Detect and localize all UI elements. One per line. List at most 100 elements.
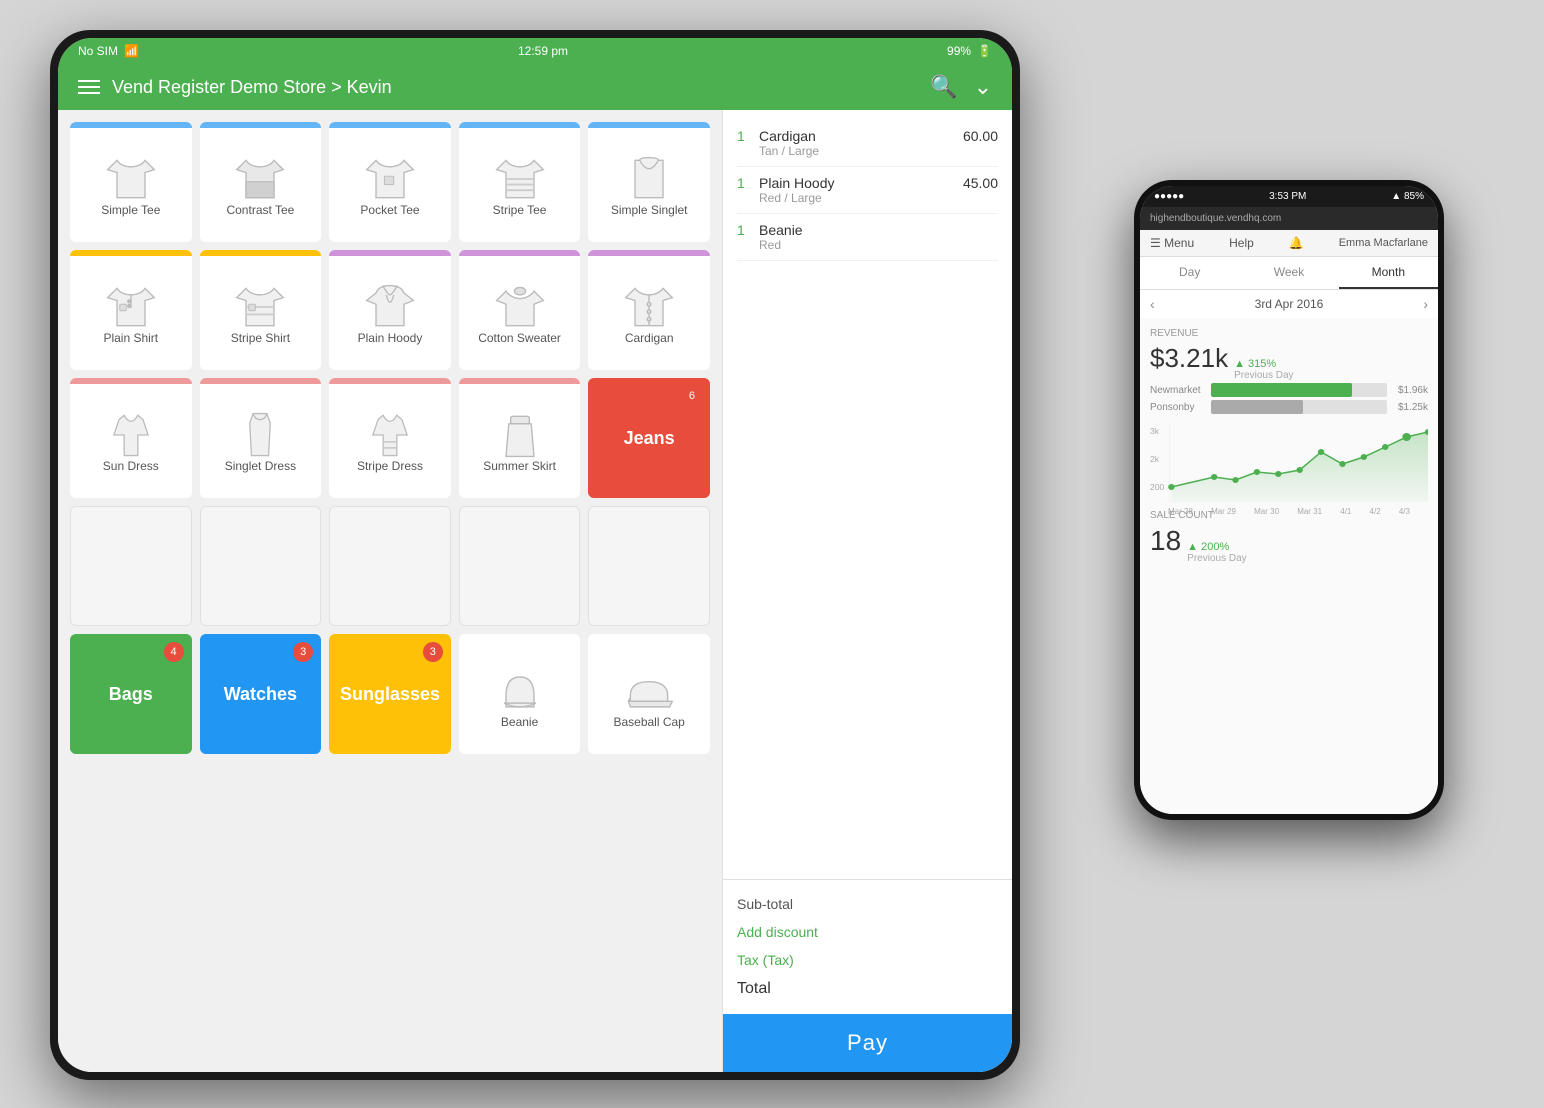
chart-label-6: 4/3	[1399, 507, 1410, 516]
phone-tabs: Day Week Month	[1140, 257, 1438, 290]
chart-label-1: Mar 29	[1211, 507, 1236, 516]
product-card-baseball-cap[interactable]: Baseball Cap	[588, 634, 710, 754]
bar-fill-newmarket	[1211, 383, 1352, 397]
product-name-baseball-cap: Baseball Cap	[613, 715, 684, 729]
product-grid: Simple Tee Contrast Tee	[58, 110, 722, 1072]
product-card-contrast-tee[interactable]: Contrast Tee	[200, 122, 322, 242]
cart-item-beanie[interactable]: 1 Beanie Red	[737, 214, 998, 261]
product-card-stripe-dress[interactable]: Stripe Dress	[329, 378, 451, 498]
time-label: 12:59 pm	[518, 44, 568, 58]
product-name-stripe-dress: Stripe Dress	[357, 459, 423, 473]
phone-help-button[interactable]: Help	[1229, 236, 1254, 250]
product-card-plain-hoody[interactable]: Plain Hoody	[329, 250, 451, 370]
phone-next-date-button[interactable]: ›	[1423, 296, 1428, 312]
phone-signal: ▲ 85%	[1391, 191, 1424, 202]
product-card-sunglasses[interactable]: 3 Sunglasses	[329, 634, 451, 754]
product-card-summer-skirt[interactable]: Summer Skirt	[459, 378, 581, 498]
phone: ●●●●● 3:53 PM ▲ 85% highendboutique.vend…	[1134, 180, 1444, 820]
wifi-icon: 📶	[124, 44, 139, 58]
phone-tab-week[interactable]: Week	[1239, 257, 1338, 289]
product-name-simple-tee: Simple Tee	[101, 203, 160, 217]
revenue-value: $3.21k	[1150, 343, 1228, 374]
tablet: No SIM 📶 12:59 pm 99% 🔋 Vend Register De…	[50, 30, 1020, 1080]
tax-label[interactable]: Tax (Tax)	[737, 952, 794, 968]
product-name-simple-singlet: Simple Singlet	[611, 203, 688, 217]
product-card-singlet-dress[interactable]: Singlet Dress	[200, 378, 322, 498]
sale-count-value: 18	[1150, 525, 1181, 557]
product-name-cardigan: Cardigan	[625, 331, 674, 345]
product-card-cardigan[interactable]: Cardigan	[588, 250, 710, 370]
cart-item-qty-2: 1	[737, 175, 751, 191]
pay-button[interactable]: Pay	[723, 1014, 1012, 1072]
product-card-stripe-shirt[interactable]: Stripe Shirt	[200, 250, 322, 370]
tablet-header: Vend Register Demo Store > Kevin 🔍 ⌄	[58, 64, 1012, 110]
svg-text:2k: 2k	[1150, 455, 1160, 464]
bar-label-newmarket: Newmarket	[1150, 385, 1205, 396]
bags-badge: 4	[164, 642, 184, 662]
product-card-plain-shirt[interactable]: Plain Shirt	[70, 250, 192, 370]
cart-item-name-2: Plain Hoody	[759, 175, 963, 191]
product-card-pocket-tee[interactable]: Pocket Tee	[329, 122, 451, 242]
cart-footer: Sub-total Add discount Tax (Tax) Total	[723, 879, 1012, 1014]
product-row-tees: Simple Tee Contrast Tee	[70, 122, 710, 242]
product-name-cotton-sweater: Cotton Sweater	[478, 331, 561, 345]
phone-time: 3:53 PM	[1269, 191, 1306, 202]
revenue-chart: 3k 2k 200	[1150, 422, 1428, 502]
product-card-cotton-sweater[interactable]: Cotton Sweater	[459, 250, 581, 370]
product-card-empty-3	[329, 506, 451, 626]
chart-label-3: Mar 31	[1297, 507, 1322, 516]
product-name-pocket-tee: Pocket Tee	[360, 203, 419, 217]
header-title: Vend Register Demo Store > Kevin	[112, 77, 392, 98]
bar-value-ponsonby: $1.25k	[1393, 402, 1428, 413]
scene: No SIM 📶 12:59 pm 99% 🔋 Vend Register De…	[0, 0, 1544, 1108]
phone-tab-day[interactable]: Day	[1140, 257, 1239, 289]
product-card-bags[interactable]: 4 Bags	[70, 634, 192, 754]
watches-badge: 3	[293, 642, 313, 662]
cart-item-variant-3: Red	[759, 238, 998, 252]
sunglasses-badge: 3	[423, 642, 443, 662]
product-card-simple-tee[interactable]: Simple Tee	[70, 122, 192, 242]
cart-item-hoody[interactable]: 1 Plain Hoody Red / Large 45.00	[737, 167, 998, 214]
product-row-categories: 4 Bags 3 Watches 3 Sunglasses	[70, 634, 710, 754]
bar-track-ponsonby	[1211, 400, 1387, 414]
product-name-plain-hoody: Plain Hoody	[358, 331, 423, 345]
product-card-empty-4	[459, 506, 581, 626]
phone-tab-month[interactable]: Month	[1339, 257, 1438, 289]
hamburger-menu-button[interactable]	[78, 80, 100, 94]
product-name-sunglasses: Sunglasses	[340, 684, 440, 705]
cart-item-name-1: Cardigan	[759, 128, 963, 144]
product-card-jeans[interactable]: 6 Jeans	[588, 378, 710, 498]
phone-carrier: ●●●●●	[1154, 191, 1184, 202]
phone-content: REVENUE $3.21k ▲ 315% Previous Day Newma…	[1140, 318, 1438, 814]
phone-menu-button[interactable]: ☰ Menu	[1150, 236, 1194, 250]
product-card-stripe-tee[interactable]: Stripe Tee	[459, 122, 581, 242]
bar-label-ponsonby: Ponsonby	[1150, 402, 1205, 413]
product-name-summer-skirt: Summer Skirt	[483, 459, 556, 473]
product-card-watches[interactable]: 3 Watches	[200, 634, 322, 754]
product-name-contrast-tee: Contrast Tee	[226, 203, 294, 217]
phone-nav-url: highendboutique.vendhq.com	[1150, 213, 1281, 224]
product-card-simple-singlet[interactable]: Simple Singlet	[588, 122, 710, 242]
product-card-beanie[interactable]: Beanie	[459, 634, 581, 754]
chevron-down-icon[interactable]: ⌄	[974, 74, 992, 100]
product-card-sun-dress[interactable]: Sun Dress	[70, 378, 192, 498]
jeans-badge: 6	[682, 386, 702, 406]
product-name-stripe-tee: Stripe Tee	[493, 203, 547, 217]
phone-nav-bar: highendboutique.vendhq.com	[1140, 207, 1438, 230]
carrier-label: No SIM	[78, 44, 118, 58]
chart-label-0: Mar 28	[1168, 507, 1193, 516]
product-card-empty-2	[200, 506, 322, 626]
battery-label: 99%	[947, 44, 971, 58]
add-discount-button[interactable]: Add discount	[737, 924, 818, 940]
cart-item-cardigan[interactable]: 1 Cardigan Tan / Large 60.00	[737, 120, 998, 167]
cart-sidebar: 1 Cardigan Tan / Large 60.00 1 Plain Hoo…	[722, 110, 1012, 1072]
phone-prev-date-button[interactable]: ‹	[1150, 296, 1155, 312]
phone-bell-icon[interactable]: 🔔	[1289, 236, 1304, 250]
revenue-change: ▲ 315%	[1234, 358, 1293, 370]
product-name-stripe-shirt: Stripe Shirt	[231, 331, 290, 345]
bar-ponsonby: Ponsonby $1.25k	[1150, 400, 1428, 414]
search-icon[interactable]: 🔍	[930, 74, 957, 100]
subtotal-label: Sub-total	[737, 896, 793, 912]
svg-text:200: 200	[1150, 483, 1165, 492]
product-name-sun-dress: Sun Dress	[103, 459, 159, 473]
